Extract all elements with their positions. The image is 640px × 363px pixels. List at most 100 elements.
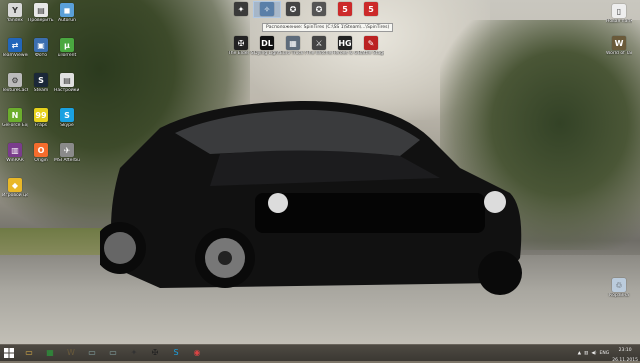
origin-icon: O [34,143,48,157]
desktop-shortcut[interactable]: ▯Новая папка [606,4,632,24]
desktop-shortcut-label: Autorun [57,18,76,23]
volume-icon[interactable]: ◀) [591,351,596,356]
steam-icon: S [34,73,48,87]
desktop-shortcut-label: The Witcher Enhanced [306,51,332,56]
desktop-shortcut[interactable]: ♲ Корзина [606,278,632,298]
desktop-shortcut-label: TextureCache [2,88,28,93]
yandex-icon: Y [8,3,22,17]
photo-icon: ▣ [34,38,48,52]
wot-icon: W [612,36,626,50]
desktop-shortcut[interactable]: DL Dying Light [254,36,280,56]
desktop-shortcut-label: Skype [60,123,74,128]
recycle-bin-icon: ♲ [612,278,626,292]
start-button[interactable] [2,346,16,360]
settings-icon: ▤ [60,73,74,87]
exe-icon: ◼ [60,3,74,17]
desktop-shortcut[interactable]: ✪ [280,2,306,17]
desktop-shortcut[interactable]: 99 Fraps [28,108,54,128]
desktop-shortcut[interactable]: 5 [358,2,384,17]
game-icon: ✧ [260,2,274,16]
tray-up-arrow-icon[interactable]: ▲ [578,351,581,356]
desktop-shortcut[interactable]: ✎ Battle Stage [358,36,384,56]
desktop-shortcut[interactable]: NGeForce Experience [2,108,28,128]
document-icon: ▤ [34,3,48,17]
skyrim-icon: ✠ [234,36,248,50]
desktop-shortcut[interactable]: ▣ Фото [28,38,54,58]
desktop-shortcut-label: MSI Afterburner [54,158,80,163]
desktop-shortcut[interactable]: ✦ [228,2,254,17]
game-icon[interactable]: ✦ [127,345,141,359]
desktop-shortcut[interactable]: µ uTorrent [54,38,80,58]
desktop-shortcut-label: Dying Light [254,51,280,56]
hg-icon: HG [338,36,352,50]
game-icon: ✪ [312,2,326,16]
desktop-shortcut[interactable]: ✧ [253,1,281,18]
desktop-shortcut[interactable]: ▦Euro Truck Simulator 2 [280,36,306,56]
monitor-icon[interactable]: ▭ [85,345,99,359]
windows-logo-icon [4,348,14,358]
battle-icon: ✎ [364,36,378,50]
clock-time: 23:10 [618,348,632,353]
desktop-shortcut[interactable]: O Origin [28,143,54,163]
gamecenter-icon: ◆ [8,178,22,192]
nvidia-icon: N [8,108,22,122]
desktop-shortcut-label: Heroes & Generals [332,51,358,56]
desktop-shortcut[interactable]: ◆Игровой центр [2,178,28,198]
desktop-shortcut-label: TeamViewer [2,53,28,58]
desktop-shortcut[interactable]: ▤Проверить орфографию [28,3,54,23]
desktop-shortcut-label: Fraps [34,123,48,128]
afterburner-icon: ✈ [60,143,74,157]
clock[interactable]: 23:10 26.11.2015 [612,343,638,363]
icon-tooltip: Расположение: SpinTires (C:\SS 1\Steam\.… [262,23,394,32]
desktop-shortcut[interactable]: ✪ [306,2,332,17]
ets-icon: ▦ [286,36,300,50]
desktop-shortcut-label: GeForce Experience [2,123,28,128]
desktop-shortcut-label: Проверить орфографию [28,18,54,23]
teamviewer-icon: ⇄ [8,38,22,52]
game-icon: ✪ [286,2,300,16]
desktop-shortcut[interactable]: ✠The Elder Scrolls V [228,36,254,56]
desktop-shortcut-label: WinRAR [6,158,24,163]
wot-icon[interactable]: W [64,345,78,359]
desktop-shortcut[interactable]: 5 [332,2,358,17]
desktop-shortcut[interactable]: ✈MSI Afterburner [54,143,80,163]
desktop-shortcut-label: Игровой центр [2,193,28,198]
skype-icon[interactable]: S [169,345,183,359]
desktop-shortcut[interactable]: S Skype [54,108,80,128]
file-icon: ▯ [612,4,626,18]
desktop-shortcut[interactable]: ⚙TextureCache [2,73,28,93]
desktop-shortcut[interactable]: ▤Настройки параметры [54,73,80,93]
desktop-shortcut-label: Yandex [7,18,23,23]
chrome-icon[interactable]: ◉ [190,345,204,359]
wallpaper-car [100,100,522,295]
desktop-shortcut-label: Фото [34,53,47,58]
skype-icon: S [60,108,74,122]
desktop-shortcut[interactable]: ▥ WinRAR [2,143,28,163]
game-icon: 5 [338,2,352,16]
desktop-shortcut-label: Новая папка [606,19,632,24]
network-icon[interactable]: ▥ [584,351,588,356]
game-icon: ✦ [234,2,248,16]
desktop-shortcut-label: World of Tanks [606,51,632,56]
language-indicator[interactable]: ENG [600,351,610,356]
monitor-icon[interactable]: ▭ [106,345,120,359]
fraps-icon: 99 [34,108,48,122]
desktop-shortcut[interactable]: ⇄ TeamViewer [2,38,28,58]
desktop-shortcut[interactable]: ⚔The Witcher Enhanced [306,36,332,56]
explorer-icon[interactable]: ▭ [22,345,36,359]
desktop-shortcut[interactable]: HGHeroes & Generals [332,36,358,56]
desktop-shortcut-label: Настройки параметры [54,88,80,93]
desktop-shortcut[interactable]: Y Yandex [2,3,28,23]
desktop-shortcut-label: Battle Stage [358,51,384,56]
system-tray: ▲ ▥ ◀) ENG 23:10 26.11.2015 [578,343,638,363]
desktop-shortcut[interactable]: WWorld of Tanks [606,36,632,56]
desktop-shortcut-label: Корзина [609,293,629,298]
desktop-shortcut[interactable]: ◼ Autorun [54,3,80,23]
winrar-icon: ▥ [8,143,22,157]
store-icon[interactable]: ▦ [43,345,57,359]
desktop-shortcut-label: The Elder Scrolls V [228,51,254,56]
desktop-shortcut[interactable]: S Steam [28,73,54,93]
skyrim-icon[interactable]: ✠ [148,345,162,359]
gear-icon: ⚙ [8,73,22,87]
clock-date: 26.11.2015 [612,358,638,363]
